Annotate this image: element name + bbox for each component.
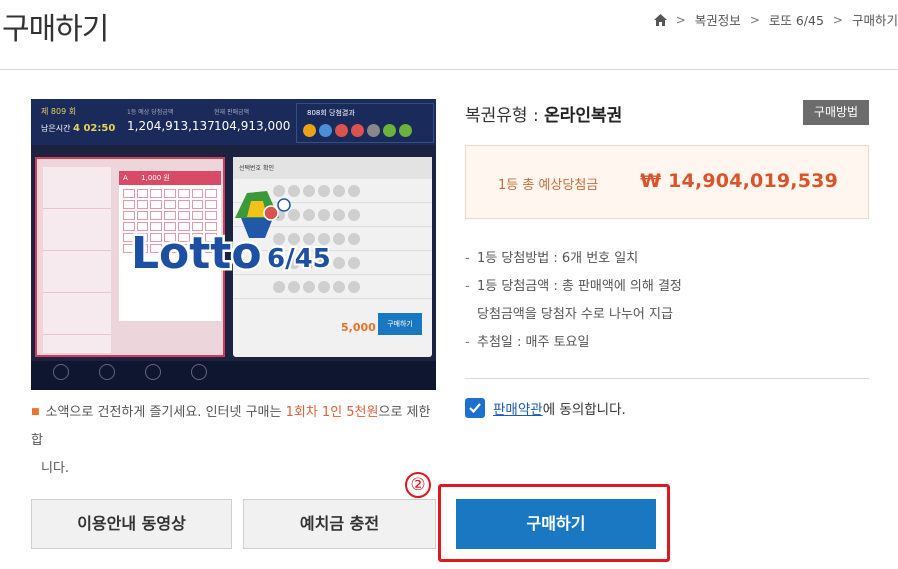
promo-bottom-bar bbox=[31, 361, 436, 390]
home-icon[interactable] bbox=[653, 13, 667, 26]
svg-text:Lotto: Lotto bbox=[131, 228, 262, 278]
rule-item: - 추첨일 : 매주 토요일 bbox=[465, 335, 590, 350]
bullet-icon: ■ bbox=[31, 407, 40, 417]
purchase-limit-notice: ■ 소액으로 건전하게 즐기세요. 인터넷 구매는 1회차 1인 5천원으로 제한… bbox=[31, 405, 431, 476]
prize-rules: -1등 당첨방법 : 6개 번호 일치 -1등 당첨금액 : 총 판매액에 의해… bbox=[465, 245, 682, 357]
rule-item: -1등 당첨금액 : 총 판매액에 의해 결정 bbox=[465, 279, 682, 294]
header-divider bbox=[0, 69, 898, 70]
agree-checkbox[interactable] bbox=[465, 398, 485, 418]
breadcrumb: > 복권정보 > 로또 6/45 > 구매하기 bbox=[653, 10, 898, 29]
breadcrumb-item-lotto[interactable]: 로또 6/45 bbox=[769, 10, 824, 29]
breadcrumb-item-purchase[interactable]: 구매하기 bbox=[852, 10, 898, 29]
prize-label: 1등 총 예상당첨금 bbox=[498, 178, 599, 193]
prize-amount: ₩ 14,904,019,539 bbox=[640, 170, 838, 192]
lottery-type: 복권유형 : 온라인복권 bbox=[465, 106, 623, 126]
deposit-charge-button[interactable]: 예치금 충전 bbox=[243, 499, 436, 549]
purchase-method-button[interactable]: 구매방법 bbox=[803, 100, 869, 125]
section-divider bbox=[465, 378, 869, 379]
guide-video-button[interactable]: 이용안내 동영상 bbox=[31, 499, 232, 549]
step-number-marker: ② bbox=[405, 472, 431, 498]
chevron-right-icon: > bbox=[749, 12, 760, 27]
terms-link[interactable]: 판매약관 bbox=[493, 398, 543, 418]
terms-agreement: 판매약관 에 동의합니다. bbox=[465, 398, 626, 418]
rule-item: -1등 당첨방법 : 6개 번호 일치 bbox=[465, 251, 639, 266]
page-title: 구매하기 bbox=[2, 12, 109, 47]
promo-top-bar: 제 809 회 남은시간 4 02:50 1등 예상 당첨금액 1,204,91… bbox=[31, 99, 436, 145]
svg-text:6/45: 6/45 bbox=[267, 244, 331, 274]
checkmark-icon bbox=[469, 403, 481, 414]
promo-win-result: 808회 당첨결과 bbox=[296, 103, 434, 143]
breadcrumb-item-lottery-info[interactable]: 복권정보 bbox=[695, 10, 741, 29]
chevron-right-icon: > bbox=[832, 12, 843, 27]
lotto-promo-image: 제 809 회 남은시간 4 02:50 1등 예상 당첨금액 1,204,91… bbox=[31, 99, 436, 390]
prize-box: 1등 총 예상당첨금 ₩ 14,904,019,539 bbox=[465, 145, 869, 219]
lotto-logo: Lotto 6/45 bbox=[127, 183, 377, 282]
chevron-right-icon: > bbox=[675, 12, 686, 27]
rule-item-continued: 당첨금액을 당첨자 수로 나누어 지급 bbox=[477, 307, 673, 322]
annotation-highlight-box bbox=[438, 484, 670, 562]
